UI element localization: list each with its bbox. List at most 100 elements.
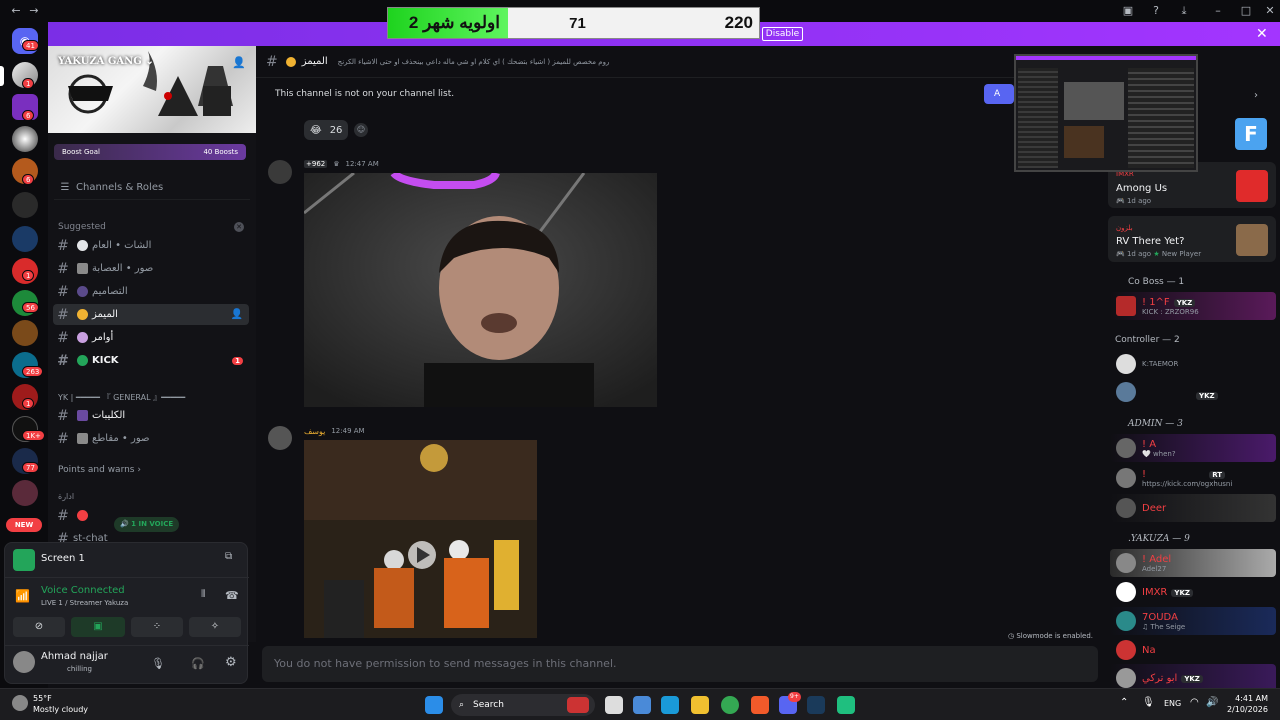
soundboard-button[interactable]: ✧	[189, 617, 241, 637]
stream-pip-preview[interactable]	[1014, 54, 1198, 172]
channel-item[interactable]: # صور • مقاطع	[53, 428, 249, 449]
user-name[interactable]: Ahmad najjar	[41, 651, 108, 662]
reaction-chip[interactable]: 😂 26	[304, 120, 349, 140]
server-name[interactable]: YAKUZA GANG ⌄	[58, 56, 154, 67]
wifi-icon[interactable]: ◠	[1190, 697, 1199, 708]
server-icon[interactable]	[12, 126, 38, 152]
server-icon[interactable]	[12, 480, 38, 506]
headphones-icon[interactable]: 🎧	[191, 657, 205, 670]
server-icon[interactable]	[12, 192, 38, 218]
edge-icon[interactable]	[661, 696, 679, 714]
file-explorer-icon[interactable]	[691, 696, 709, 714]
chrome-icon[interactable]	[721, 696, 739, 714]
message-video-thumbnail[interactable]	[304, 440, 537, 638]
channel-emoji-icon	[285, 56, 296, 67]
store-icon[interactable]	[633, 696, 651, 714]
close-window-icon[interactable]: ✕	[1260, 3, 1280, 19]
app-icon[interactable]	[837, 696, 855, 714]
inbox-icon[interactable]: ▣	[1118, 3, 1138, 19]
avatar[interactable]	[268, 426, 292, 450]
server-badge: 1	[22, 78, 35, 89]
server-icon[interactable]	[12, 226, 38, 252]
task-view-icon[interactable]	[605, 696, 623, 714]
member-row[interactable]: ! 1^F YKZ KICK : ZRZOR96	[1110, 292, 1276, 320]
invite-icon[interactable]: 👤	[231, 309, 243, 320]
camera-off-button[interactable]: ⊘	[13, 617, 65, 637]
close-banner-icon[interactable]: ✕	[1256, 27, 1268, 41]
weather-temp[interactable]: 55°F	[33, 694, 52, 703]
clock-date[interactable]: 2/10/2026	[1218, 705, 1268, 714]
message-author[interactable]: يوسف	[304, 427, 325, 436]
popout-icon[interactable]: ⧉	[225, 551, 232, 562]
member-row[interactable]: Deer	[1110, 494, 1276, 522]
channels-roles-item[interactable]: ☰ Channels & Roles	[54, 176, 250, 200]
voice-status[interactable]: Voice Connected	[41, 585, 125, 596]
activities-button[interactable]: ⁘	[131, 617, 183, 637]
microphone-tray-icon[interactable]: 🎙	[1142, 697, 1155, 708]
forward-arrow-icon[interactable]: →	[24, 3, 44, 19]
member-sub: 🤍 when?	[1142, 449, 1176, 458]
activity-card[interactable]: بلزون RV There Yet? 🎮 1d ago ★ New Playe…	[1108, 216, 1276, 262]
back-arrow-icon[interactable]: ←	[6, 3, 26, 19]
channel-item[interactable]: # KICK 1	[53, 350, 249, 371]
boost-goal-bar[interactable]: Boost Goal 40 Boosts	[54, 144, 246, 160]
member-name-text: !	[1142, 468, 1150, 480]
member-row[interactable]: ابو تركي YKZ	[1110, 664, 1276, 688]
invite-icon[interactable]: 👤	[232, 56, 246, 69]
minimize-icon[interactable]: –	[1208, 3, 1228, 19]
member-row[interactable]: ! A 🤍 when?	[1110, 434, 1276, 462]
disconnect-icon[interactable]: ☎	[225, 589, 239, 602]
add-reaction-icon[interactable]: ☺	[354, 123, 368, 137]
channel-item[interactable]: # الشات • العام	[53, 235, 249, 256]
screen-share-button[interactable]: ▣	[71, 617, 125, 637]
message-image-face[interactable]	[304, 173, 657, 407]
channel-item[interactable]: # الكليبات	[53, 405, 249, 426]
activity-time: 🎮 1d ago	[1116, 197, 1152, 205]
avatar[interactable]	[13, 651, 35, 673]
chevron-up-icon[interactable]: ⌃	[1120, 697, 1128, 708]
download-icon[interactable]: ⤓	[1174, 3, 1194, 19]
channel-name: الكليبات	[92, 410, 126, 421]
server-icon[interactable]	[12, 320, 38, 346]
weather-desc[interactable]: Mostly cloudy	[33, 705, 88, 714]
maximize-icon[interactable]: □	[1236, 3, 1256, 19]
member-row[interactable]: ! Adel Adel27	[1110, 549, 1276, 577]
server-banner[interactable]: YAKUZA GANG ⌄ 👤	[48, 46, 256, 133]
chevron-right-icon[interactable]: ›	[1254, 90, 1258, 101]
points-warns-link[interactable]: Points and warns ›	[58, 465, 141, 475]
add-channel-button[interactable]: A	[984, 84, 1014, 104]
noise-suppression-icon[interactable]: ⦀	[201, 589, 205, 600]
volume-icon[interactable]: 🔊	[1206, 697, 1218, 708]
channel-item[interactable]: # التصاميم	[53, 281, 249, 302]
category-admin[interactable]: ادارة	[58, 492, 74, 501]
channel-item[interactable]: # صور • العصابة	[53, 258, 249, 279]
member-row[interactable]: K:TAEMOR	[1110, 350, 1276, 378]
weather-icon[interactable]	[12, 695, 28, 711]
member-row[interactable]: IMXR YKZ	[1110, 578, 1276, 606]
windows-start-icon[interactable]	[425, 696, 443, 714]
brave-icon[interactable]	[751, 696, 769, 714]
user-status[interactable]: chilling	[67, 665, 92, 673]
help-icon[interactable]: ?	[1146, 3, 1166, 19]
close-suggested-icon[interactable]: ✕	[234, 222, 244, 232]
gear-icon[interactable]: ⚙	[225, 655, 237, 670]
member-row[interactable]: ! RT https://kick.com/ogxhusni	[1110, 464, 1276, 492]
channel-item[interactable]: # أوامر	[53, 327, 249, 348]
message-input[interactable]: You do not have permission to send messa…	[262, 646, 1098, 682]
steam-icon[interactable]	[807, 696, 825, 714]
microphone-icon[interactable]: 🎙	[151, 657, 165, 670]
clock-time[interactable]: 4:41 AM	[1228, 694, 1268, 703]
channel-emoji-icon	[77, 263, 88, 274]
language-indicator[interactable]: ENG	[1164, 699, 1181, 708]
member-row[interactable]: Na	[1110, 636, 1276, 664]
avatar	[1116, 296, 1136, 316]
channel-topic[interactable]: روم مخصص للميمز ( اشياء بتضحك ) اي كلام …	[338, 58, 610, 66]
member-row[interactable]: YKZ	[1110, 378, 1276, 406]
avatar[interactable]	[268, 160, 292, 184]
channel-item-active[interactable]: # الميمز 👤	[53, 304, 249, 325]
category-general[interactable]: YK | ━━━━━ 『 GENERAL 』━━━━━	[58, 392, 248, 403]
member-name: ! Adel	[1142, 553, 1172, 565]
disable-button[interactable]: Disable	[762, 27, 803, 41]
voice-channel[interactable]: LIVE 1 / Streamer Yakuza	[41, 599, 128, 607]
member-row[interactable]: 7OUDA ♫ The Seige	[1110, 607, 1276, 635]
